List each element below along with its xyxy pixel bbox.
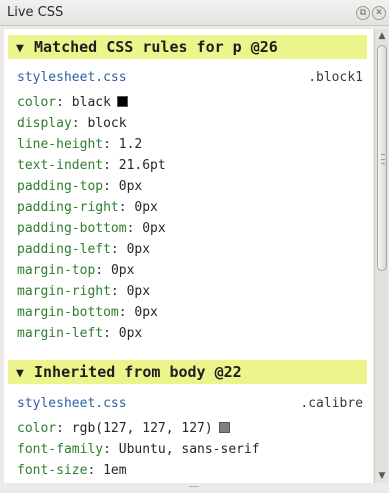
css-property-row: padding-right: 0px (17, 200, 158, 215)
css-property-row: padding-left: 0px (17, 242, 151, 257)
section-title: Inherited from body @22 (34, 363, 242, 381)
scroll-thumb[interactable] (377, 45, 387, 271)
scroll-down-icon[interactable]: ▼ (375, 469, 389, 483)
property-name: font-size (17, 463, 88, 478)
property-name: line-height (17, 137, 104, 152)
css-property-row: text-indent: 21.6pt (17, 158, 166, 173)
section-header-matched[interactable]: ▼ Matched CSS rules for p @26 (8, 35, 367, 59)
property-name: padding-bottom (17, 221, 127, 236)
rule-source-row: stylesheet.css .block1 (17, 70, 363, 88)
property-value: 1em (103, 463, 127, 478)
property-name: margin-left (17, 326, 104, 341)
color-swatch (116, 96, 128, 107)
css-rules-panel[interactable]: ▼ Matched CSS rules for p @26 stylesheet.… (4, 29, 373, 483)
property-name: display (17, 116, 72, 131)
property-value: 0px (126, 242, 151, 257)
section-title: Matched CSS rules for p @26 (34, 38, 278, 56)
css-property-row: margin-top: 0px (17, 263, 135, 278)
property-value: 0px (110, 263, 135, 278)
property-name: margin-right (17, 284, 111, 299)
property-value: 1.2 (118, 137, 143, 152)
css-property-row: color: black (17, 93, 128, 113)
css-property-row: font-family: Ubuntu, sans-serif (17, 442, 260, 457)
property-value: 0px (134, 305, 158, 320)
property-name: margin-bottom (17, 305, 119, 320)
css-property-row: padding-top: 0px (17, 179, 143, 194)
color-swatch (218, 422, 230, 433)
resize-handle[interactable] (189, 486, 199, 491)
property-value: 0px (134, 200, 158, 215)
property-value: block (87, 116, 127, 131)
css-property-row: margin-bottom: 0px (17, 305, 158, 320)
property-value: 0px (118, 326, 143, 341)
css-property-row: display: block (17, 116, 127, 131)
stylesheet-link[interactable]: stylesheet.css (17, 70, 127, 85)
property-name: padding-left (17, 242, 111, 257)
stylesheet-link[interactable]: stylesheet.css (17, 396, 127, 411)
window-title: Live CSS (7, 5, 64, 20)
property-name: padding-right (17, 200, 119, 215)
collapse-triangle-icon[interactable]: ▼ (16, 362, 34, 386)
property-value: rgb(127, 127, 127) (71, 421, 213, 436)
grip-icon (381, 154, 385, 164)
property-value: 21.6pt (118, 158, 166, 173)
close-icon[interactable]: ✕ (372, 6, 386, 20)
float-icon[interactable]: ⧉ (356, 6, 370, 20)
property-name: margin-top (17, 263, 96, 278)
property-name: text-indent (17, 158, 104, 173)
css-property-row: margin-left: 0px (17, 326, 143, 341)
property-name: color (17, 95, 57, 110)
property-value: 0px (142, 221, 166, 236)
property-value: black (71, 95, 111, 110)
property-name: color (17, 421, 57, 436)
property-value: 0px (126, 284, 151, 299)
property-name: font-family (17, 442, 104, 457)
property-value: Ubuntu, sans-serif (118, 442, 260, 457)
property-value: 0px (118, 179, 143, 194)
property-name: padding-top (17, 179, 104, 194)
scroll-up-icon[interactable]: ▲ (375, 29, 389, 43)
rule-selector: .block1 (308, 70, 363, 85)
collapse-triangle-icon[interactable]: ▼ (16, 37, 34, 61)
section-header-inherited[interactable]: ▼ Inherited from body @22 (8, 360, 367, 384)
css-property-row: color: rgb(127, 127, 127) (17, 419, 230, 439)
rule-selector: .calibre (300, 396, 363, 411)
css-property-row: padding-bottom: 0px (17, 221, 166, 236)
title-bar[interactable]: Live CSS ⧉ ✕ (0, 0, 389, 26)
vertical-scrollbar[interactable]: ▲ ▼ (374, 29, 388, 483)
css-property-row: margin-right: 0px (17, 284, 151, 299)
css-property-row: line-height: 1.2 (17, 137, 143, 152)
rule-source-row: stylesheet.css .calibre (17, 396, 363, 414)
css-property-row: font-size: 1em (17, 463, 127, 478)
